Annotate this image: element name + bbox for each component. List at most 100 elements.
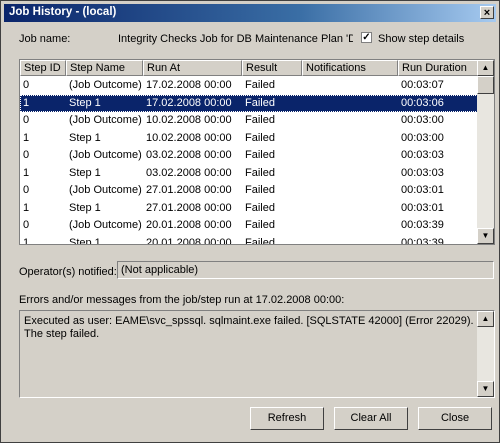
column-header-step-id[interactable]: Step ID — [20, 60, 66, 76]
cell-result: Failed — [245, 166, 275, 179]
messages-text: Executed as user: EAME\svc_spssql. sqlma… — [24, 315, 474, 340]
messages-vertical-scrollbar[interactable]: ▲ ▼ — [477, 311, 494, 397]
job-name-label: Job name: — [19, 33, 71, 45]
cell-notifications — [302, 165, 398, 183]
clear-all-button[interactable]: Clear All — [334, 407, 408, 430]
window-title: Job History - (local) — [9, 6, 117, 18]
grid-header: Step ID Step Name Run At Result Notifica… — [20, 60, 478, 76]
cell-step-name: Step 1 — [69, 236, 101, 245]
table-row[interactable]: 1 Step 1 27.01.2008 00:00 Failed 00:03:01 — [20, 200, 478, 218]
cell-step-id: 1 — [23, 166, 30, 179]
cell-step-id: 0 — [23, 114, 30, 126]
cell-result: Failed — [245, 79, 275, 91]
scroll-down-icon[interactable]: ▼ — [477, 228, 494, 244]
cell-result: Failed — [245, 236, 275, 245]
cell-result: Failed — [245, 201, 275, 214]
cell-run-duration: 00:03:07 — [401, 79, 444, 91]
cell-step-name: (Job Outcome) — [69, 219, 142, 231]
cell-run-duration: 00:03:00 — [401, 131, 444, 144]
cell-run-duration: 00:03:03 — [401, 149, 444, 161]
operators-field: (Not applicable) — [117, 261, 494, 279]
table-row[interactable]: 1 Step 1 03.02.2008 00:00 Failed 00:03:03 — [20, 165, 478, 183]
table-row[interactable]: 1 Step 1 10.02.2008 00:00 Failed 00:03:00 — [20, 130, 478, 148]
cell-notifications — [302, 235, 398, 245]
cell-run-at: 17.02.2008 00:00 — [146, 96, 232, 109]
title-bar[interactable]: Job History - (local) × — [4, 4, 496, 22]
column-header-run-duration[interactable]: Run Duration — [398, 60, 478, 76]
operators-value: (Not applicable) — [121, 264, 199, 276]
cell-step-name: Step 1 — [69, 131, 101, 144]
grid-rows: 0 (Job Outcome) 17.02.2008 00:00 Failed 00:0… — [20, 77, 478, 245]
scroll-up-icon[interactable]: ▲ — [477, 311, 494, 327]
cell-step-id: 0 — [23, 184, 30, 196]
cell-result: Failed — [245, 149, 275, 161]
check-icon: ✓ — [362, 32, 371, 43]
table-row[interactable]: 0 (Job Outcome) 27.01.2008 00:00 Failed 00:0… — [20, 182, 478, 200]
cell-notifications — [302, 182, 398, 200]
job-history-grid[interactable]: Step ID Step Name Run At Result Notifica… — [19, 59, 495, 245]
table-row[interactable]: 0 (Job Outcome) 03.02.2008 00:00 Failed 00:0… — [20, 147, 478, 165]
cell-notifications — [302, 200, 398, 218]
cell-run-duration: 00:03:06 — [401, 96, 444, 109]
close-icon[interactable]: × — [480, 6, 494, 19]
cell-result: Failed — [245, 184, 275, 196]
cell-notifications — [302, 77, 398, 95]
cell-run-at: 03.02.2008 00:00 — [146, 166, 232, 179]
cell-run-duration: 00:03:01 — [401, 184, 444, 196]
column-header-notifications[interactable]: Notifications — [302, 60, 398, 76]
cell-step-id: 0 — [23, 149, 30, 161]
cell-run-duration: 00:03:39 — [401, 219, 444, 231]
scroll-up-icon[interactable]: ▲ — [477, 60, 494, 76]
table-row[interactable]: 0 (Job Outcome) 17.02.2008 00:00 Failed 00:0… — [20, 77, 478, 95]
cell-notifications — [302, 147, 398, 165]
scroll-thumb[interactable] — [477, 76, 494, 94]
refresh-button[interactable]: Refresh — [250, 407, 324, 430]
cell-run-duration: 00:03:39 — [401, 236, 444, 245]
cell-run-at: 20.01.2008 00:00 — [146, 236, 232, 245]
cell-result: Failed — [245, 114, 275, 126]
cell-notifications — [302, 130, 398, 148]
messages-box[interactable]: Executed as user: EAME\svc_spssql. sqlma… — [19, 310, 495, 398]
messages-label: Errors and/or messages from the job/step… — [19, 294, 345, 306]
close-button[interactable]: Close — [418, 407, 492, 430]
job-history-window: Job History - (local) × Job name: Integr… — [0, 0, 500, 443]
show-step-details-label[interactable]: Show step details — [378, 33, 464, 45]
cell-step-name: (Job Outcome) — [69, 149, 142, 161]
cell-step-id: 0 — [23, 219, 30, 231]
table-row[interactable]: 1 Step 1 20.01.2008 00:00 Failed 00:03:39 — [20, 235, 478, 245]
cell-run-at: 03.02.2008 00:00 — [146, 149, 232, 161]
cell-run-at: 17.02.2008 00:00 — [146, 79, 232, 91]
cell-notifications — [302, 95, 398, 113]
cell-step-id: 1 — [23, 236, 30, 245]
grid-vertical-scrollbar[interactable]: ▲ ▼ — [477, 60, 494, 244]
cell-run-duration: 00:03:03 — [401, 166, 444, 179]
show-step-details-checkbox[interactable]: ✓ — [361, 32, 372, 43]
cell-run-at: 20.01.2008 00:00 — [146, 219, 232, 231]
cell-run-duration: 00:03:00 — [401, 114, 444, 126]
job-name-value: Integrity Checks Job for DB Maintenance … — [118, 33, 353, 45]
cell-step-name: (Job Outcome) — [69, 79, 142, 91]
table-row[interactable]: 1 Step 1 17.02.2008 00:00 Failed 00:03:06 — [20, 94, 478, 113]
table-row[interactable]: 0 (Job Outcome) 20.01.2008 00:00 Failed 00:0… — [20, 217, 478, 235]
cell-step-name: Step 1 — [69, 201, 101, 214]
cell-run-at: 27.01.2008 00:00 — [146, 201, 232, 214]
cell-step-name: (Job Outcome) — [69, 184, 142, 196]
operators-label: Operator(s) notified: — [19, 266, 117, 278]
scroll-down-icon[interactable]: ▼ — [477, 381, 494, 397]
cell-step-id: 1 — [23, 96, 30, 109]
cell-notifications — [302, 217, 398, 235]
table-row[interactable]: 0 (Job Outcome) 10.02.2008 00:00 Failed 00:0… — [20, 112, 478, 130]
column-header-step-name[interactable]: Step Name — [66, 60, 143, 76]
cell-result: Failed — [245, 131, 275, 144]
cell-run-at: 10.02.2008 00:00 — [146, 131, 232, 144]
cell-step-id: 1 — [23, 201, 30, 214]
cell-step-id: 0 — [23, 79, 30, 91]
cell-step-name: (Job Outcome) — [69, 114, 142, 126]
cell-run-at: 10.02.2008 00:00 — [146, 114, 232, 126]
cell-result: Failed — [245, 96, 275, 109]
column-header-result[interactable]: Result — [242, 60, 302, 76]
cell-notifications — [302, 112, 398, 130]
cell-step-id: 1 — [23, 131, 30, 144]
column-header-run-at[interactable]: Run At — [143, 60, 242, 76]
cell-run-duration: 00:03:01 — [401, 201, 444, 214]
